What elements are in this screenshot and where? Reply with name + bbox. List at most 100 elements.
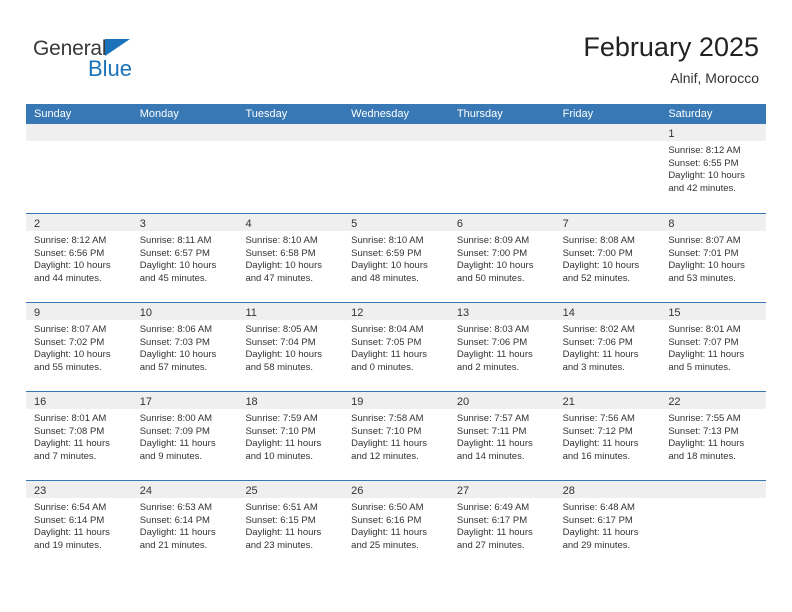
day-cell[interactable]: 11 Sunrise: 8:05 AM Sunset: 7:04 PM Dayligh… [237,303,344,391]
daylight-text-line1: Daylight: 10 hours [245,349,323,361]
day-number-strip: 14 [554,303,661,320]
day-details: Sunrise: 8:12 AM Sunset: 6:56 PM Daylight:… [26,231,132,285]
day-cell[interactable]: 2 Sunrise: 8:12 AM Sunset: 6:56 PM Daylight… [26,214,132,302]
day-details: Sunrise: 8:07 AM Sunset: 7:01 PM Daylight:… [660,231,766,285]
day-cell[interactable]: 6 Sunrise: 8:09 AM Sunset: 7:00 PM Daylight… [448,214,555,302]
day-cell[interactable]: 12 Sunrise: 8:04 AM Sunset: 7:05 PM Dayligh… [343,303,449,391]
day-details: Sunrise: 7:57 AM Sunset: 7:11 PM Daylight:… [449,409,555,463]
day-cell[interactable]: 14 Sunrise: 8:02 AM Sunset: 7:06 PM Dayligh… [554,303,661,391]
sunset-text: Sunset: 7:05 PM [351,336,422,348]
page-subtitle: Alnif, Morocco [670,70,759,86]
sunrise-text: Sunrise: 6:48 AM [562,502,635,513]
day-cell[interactable]: 13 Sunrise: 8:03 AM Sunset: 7:06 PM Dayligh… [448,303,555,391]
weekday-header-row: Sunday Monday Tuesday Wednesday Thursday Frid… [26,104,766,124]
daylight-text-line1: Daylight: 11 hours [34,438,110,450]
day-cell[interactable]: 1 Sunrise: 8:12 AM Sunset: 6:55 PM Daylight… [660,124,767,213]
week-row: 1 Sunrise: 8:12 AM Sunset: 6:55 PM Daylight… [26,124,767,213]
day-cell[interactable]: 23 Sunrise: 6:54 AM Sunset: 6:14 PM Dayligh… [26,481,132,569]
sunrise-text: Sunrise: 8:08 AM [562,235,635,246]
daylight-text-line2: and 50 minutes. [456,272,525,284]
calendar-body: 1 Sunrise: 8:12 AM Sunset: 6:55 PM Daylight… [26,124,767,569]
sunrise-text: Sunrise: 8:04 AM [351,324,424,335]
day-cell[interactable]: 24 Sunrise: 6:53 AM Sunset: 6:14 PM Dayligh… [131,481,238,569]
day-cell[interactable]: 27 Sunrise: 6:49 AM Sunset: 6:17 PM Dayligh… [448,481,555,569]
day-number: 1 [668,128,675,140]
daylight-text-line1: Daylight: 10 hours [34,260,111,272]
day-cell[interactable]: 26 Sunrise: 6:50 AM Sunset: 6:16 PM Dayligh… [343,481,449,569]
sunrise-text: Sunrise: 8:12 AM [668,145,741,156]
day-number-strip: 19 [343,392,449,409]
day-number-strip [448,124,555,141]
day-number: 13 [456,307,470,319]
daylight-text-line1: Daylight: 11 hours [34,527,110,539]
sunrise-text: Sunrise: 8:05 AM [245,324,318,335]
day-cell[interactable]: 19 Sunrise: 7:58 AM Sunset: 7:10 PM Dayligh… [343,392,449,480]
day-cell[interactable]: 15 Sunrise: 8:01 AM Sunset: 7:07 PM Dayligh… [660,303,767,391]
day-cell[interactable]: 3 Sunrise: 8:11 AM Sunset: 6:57 PM Daylight… [131,214,238,302]
day-cell[interactable]: 8 Sunrise: 8:07 AM Sunset: 7:01 PM Daylight… [660,214,767,302]
daylight-text-line1: Daylight: 11 hours [245,438,322,450]
daylight-text-line1: Daylight: 11 hours [456,527,533,539]
day-cell[interactable]: 16 Sunrise: 8:01 AM Sunset: 7:08 PM Dayligh… [26,392,132,480]
day-number-strip: 17 [131,392,238,409]
day-details: Sunrise: 8:09 AM Sunset: 7:00 PM Daylight:… [449,231,555,285]
daylight-text-line2: and 47 minutes. [245,272,314,284]
day-number-strip: 5 [343,214,449,231]
triangle-icon [105,39,130,56]
daylight-text-line2: and 14 minutes. [456,450,525,462]
sunrise-text: Sunrise: 8:06 AM [139,324,213,335]
daylight-text-line2: and 2 minutes. [456,361,520,373]
page-title: February 2025 [583,32,759,62]
day-details: Sunrise: 8:06 AM Sunset: 7:03 PM Daylight:… [132,320,238,374]
general-blue-logo[interactable]: General Blue [33,38,233,90]
daylight-text-line1: Daylight: 10 hours [245,260,323,272]
daylight-text-line1: Daylight: 11 hours [668,438,745,450]
daylight-text-line1: Daylight: 11 hours [668,349,745,361]
daylight-text-line1: Daylight: 11 hours [562,527,639,539]
daylight-text-line2: and 42 minutes. [668,182,736,194]
sunset-text: Sunset: 7:06 PM [562,336,633,348]
day-cell[interactable]: 18 Sunrise: 7:59 AM Sunset: 7:10 PM Dayligh… [237,392,344,480]
day-cell[interactable]: 20 Sunrise: 7:57 AM Sunset: 7:11 PM Dayligh… [448,392,555,480]
day-number: 22 [668,396,681,408]
day-number-strip: 11 [237,303,344,320]
sunrise-text: Sunrise: 7:56 AM [562,413,635,424]
sunset-text: Sunset: 7:07 PM [668,336,739,348]
day-cell[interactable]: 7 Sunrise: 8:08 AM Sunset: 7:00 PM Daylight… [554,214,661,302]
day-number-strip: 24 [131,481,238,498]
day-cell[interactable]: 21 Sunrise: 7:56 AM Sunset: 7:12 PM Dayligh… [554,392,661,480]
sunset-text: Sunset: 6:55 PM [668,157,739,169]
day-cell[interactable]: 10 Sunrise: 8:06 AM Sunset: 7:03 PM Dayligh… [131,303,238,391]
day-details: Sunrise: 8:12 AM Sunset: 6:55 PM Daylight:… [660,141,766,195]
day-number: 20 [456,396,470,408]
sunset-text: Sunset: 7:09 PM [139,425,210,437]
day-details: Sunrise: 8:00 AM Sunset: 7:09 PM Daylight:… [132,409,238,463]
day-cell[interactable]: 28 Sunrise: 6:48 AM Sunset: 6:17 PM Dayligh… [554,481,661,569]
day-details: Sunrise: 8:05 AM Sunset: 7:04 PM Daylight:… [237,320,343,374]
sunset-text: Sunset: 6:59 PM [351,247,422,259]
day-number-strip: 2 [26,214,132,231]
day-number: 19 [351,396,364,408]
sunset-text: Sunset: 7:10 PM [351,425,422,437]
daylight-text-line2: and 58 minutes. [245,361,314,373]
sunset-text: Sunset: 7:01 PM [668,247,739,259]
day-number-strip: 9 [26,303,132,320]
day-number-strip: 26 [343,481,449,498]
day-number: 23 [34,485,47,497]
day-cell[interactable]: 9 Sunrise: 8:07 AM Sunset: 7:02 PM Daylight… [26,303,132,391]
sunrise-text: Sunrise: 8:01 AM [668,324,741,335]
day-number-strip: 16 [26,392,132,409]
daylight-text-line2: and 29 minutes. [562,539,631,551]
day-cell[interactable]: 22 Sunrise: 7:55 AM Sunset: 7:13 PM Dayligh… [660,392,767,480]
sunset-text: Sunset: 7:06 PM [456,336,528,348]
sunrise-text: Sunrise: 6:53 AM [139,502,213,513]
day-cell[interactable]: 5 Sunrise: 8:10 AM Sunset: 6:59 PM Daylight… [343,214,449,302]
daylight-text-line1: Daylight: 10 hours [456,260,534,272]
day-details: Sunrise: 8:02 AM Sunset: 7:06 PM Daylight:… [555,320,661,374]
day-cell[interactable]: 4 Sunrise: 8:10 AM Sunset: 6:58 PM Daylight… [237,214,344,302]
weekday-header-thursday: Thursday [456,108,503,120]
day-cell[interactable]: 25 Sunrise: 6:51 AM Sunset: 6:15 PM Dayligh… [237,481,344,569]
daylight-text-line1: Daylight: 10 hours [139,260,217,272]
week-row: 9 Sunrise: 8:07 AM Sunset: 7:02 PM Daylight… [26,302,767,391]
day-cell[interactable]: 17 Sunrise: 8:00 AM Sunset: 7:09 PM Dayligh… [131,392,238,480]
